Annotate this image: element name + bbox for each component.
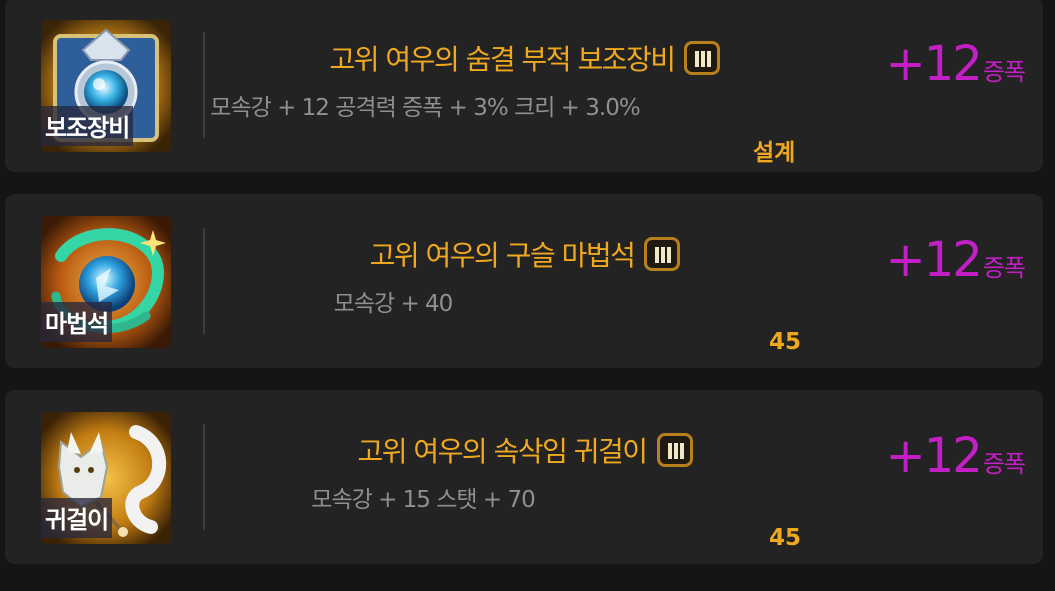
grade-badge xyxy=(684,41,721,75)
divider xyxy=(203,32,205,138)
equipment-card-magic-stone[interactable]: 마법석 고위 여우의 구슬 마법석 모속강 + 40 45 +12증폭 xyxy=(5,194,1043,368)
earring-icon: 귀걸이 xyxy=(41,412,171,544)
grade-badge xyxy=(644,237,681,271)
score: +12증폭 xyxy=(885,428,1026,484)
equipment-list: 보조장비 고위 여우의 숨결 부적 보조장비 모속강 + 12 공격력 증폭 +… xyxy=(0,0,1055,591)
divider xyxy=(203,424,205,530)
divider xyxy=(203,228,205,334)
item-title: 고위 여우의 숨결 부적 보조장비 xyxy=(329,43,676,76)
item-stats: 모속강 + 40 xyxy=(333,291,454,317)
equipment-card-secondary[interactable]: 보조장비 고위 여우의 숨결 부적 보조장비 모속강 + 12 공격력 증폭 +… xyxy=(5,0,1043,172)
item-title-row: 고위 여우의 구슬 마법석 xyxy=(215,234,835,274)
score: +12증폭 xyxy=(885,36,1026,92)
score-value: +12 xyxy=(885,428,983,484)
item-stats: 모속강 + 15 스탯 + 70 xyxy=(311,487,535,513)
item-title: 고위 여우의 속삭임 귀걸이 xyxy=(357,435,648,468)
item-note: 45 xyxy=(769,525,802,551)
item-note: 설계 xyxy=(753,140,796,166)
score: +12증폭 xyxy=(885,232,1026,288)
icon-label: 귀걸이 xyxy=(41,498,113,538)
magic-stone-icon: 마법석 xyxy=(41,216,171,348)
item-title-row: 고위 여우의 숨결 부적 보조장비 xyxy=(215,38,835,78)
score-value: +12 xyxy=(885,36,983,92)
grade-badge xyxy=(656,433,693,467)
item-title-row: 고위 여우의 속삭임 귀걸이 xyxy=(215,430,835,470)
item-stats: 모속강 + 12 공격력 증폭 + 3% 크리 + 3.0% xyxy=(210,95,640,121)
score-unit: 증폭 xyxy=(982,254,1026,282)
score-unit: 증폭 xyxy=(982,58,1026,86)
item-title: 고위 여우의 구슬 마법석 xyxy=(369,239,636,272)
secondary-weapon-icon: 보조장비 xyxy=(41,20,171,152)
score-unit: 증폭 xyxy=(982,450,1026,478)
item-note: 45 xyxy=(769,329,802,355)
score-value: +12 xyxy=(885,232,983,288)
equipment-card-earring[interactable]: 귀걸이 고위 여우의 속삭임 귀걸이 모속강 + 15 스탯 + 70 45 +… xyxy=(5,390,1043,564)
